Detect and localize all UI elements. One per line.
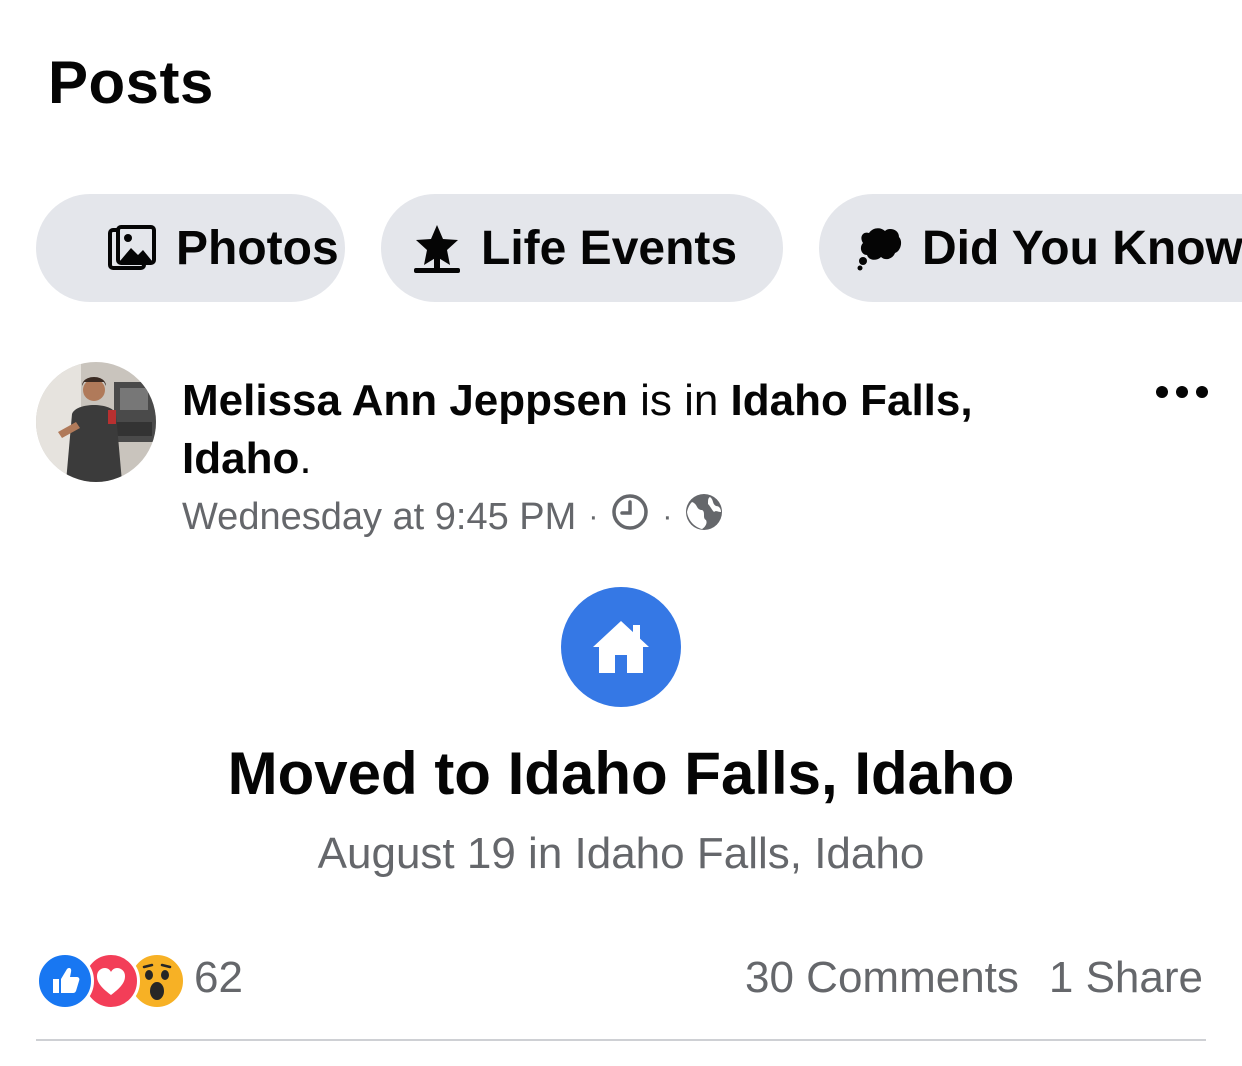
post-timestamp[interactable]: Wednesday at 9:45 PM [182,496,576,539]
meta-separator: · [588,500,599,533]
post-period: . [299,434,312,483]
filter-photos-label: Photos [176,221,339,275]
meta-separator: · [662,500,673,533]
reactions-summary[interactable]: 62 [36,950,243,1010]
clock-icon [610,492,650,542]
avatar[interactable] [36,362,156,482]
engagement-stats: 30 Comments 1 Share [745,950,1203,1006]
star-icon [411,222,463,274]
reaction-icons [36,952,186,1010]
section-title: Posts [48,49,214,116]
author-name[interactable]: Melissa Ann Jeppsen [182,376,628,425]
divider [36,1039,1206,1041]
filter-pills: Photos Life Events Did You Know [0,194,1242,302]
like-icon [36,952,94,1010]
filter-life-events-label: Life Events [481,221,738,275]
filter-did-you-know-button[interactable]: Did You Know [819,194,1242,302]
filter-life-events-button[interactable]: Life Events [381,194,783,302]
filter-photos-button[interactable]: Photos [36,194,345,302]
reaction-count: 62 [194,953,243,1002]
shares-count-link[interactable]: 1 Share [1049,953,1203,1003]
comments-count-link[interactable]: 30 Comments [745,953,1019,1003]
post-connector: is in [627,376,731,425]
post-header: Melissa Ann Jeppsen is in Idaho Falls, I… [182,372,1082,488]
more-options-icon[interactable] [1154,382,1210,402]
speech-bubble-icon [854,222,906,274]
post-meta: Wednesday at 9:45 PM · · [182,492,724,542]
filter-did-you-know-label: Did You Know [922,221,1242,275]
life-event-subtitle: August 19 in Idaho Falls, Idaho [317,829,925,878]
home-icon [561,587,681,707]
photos-icon [106,222,158,274]
life-event-title: Moved to Idaho Falls, Idaho [227,740,1015,807]
globe-icon[interactable] [684,492,724,542]
